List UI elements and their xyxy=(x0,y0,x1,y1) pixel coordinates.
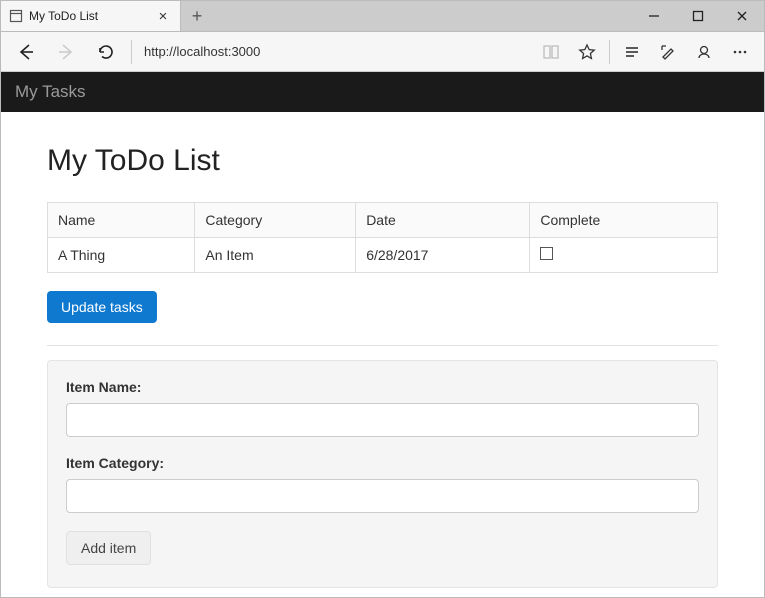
url-text: http://localhost:3000 xyxy=(144,44,260,59)
divider xyxy=(47,345,718,346)
site-navbar: My Tasks xyxy=(1,72,764,112)
new-tab-button[interactable]: + xyxy=(181,1,213,31)
item-category-input[interactable] xyxy=(66,479,699,513)
close-window-button[interactable] xyxy=(720,1,764,32)
add-item-form: Item Name: Item Category: Add item xyxy=(47,360,718,588)
add-item-button[interactable]: Add item xyxy=(66,531,151,565)
col-complete: Complete xyxy=(530,203,718,238)
col-category: Category xyxy=(195,203,356,238)
minimize-button[interactable] xyxy=(632,1,676,32)
item-category-label: Item Category: xyxy=(66,455,699,471)
window-titlebar: My ToDo List × + xyxy=(1,1,764,32)
tab-title: My ToDo List xyxy=(29,9,146,23)
page-icon xyxy=(9,9,23,23)
complete-checkbox[interactable] xyxy=(540,247,553,260)
separator xyxy=(609,40,610,64)
browser-tab[interactable]: My ToDo List × xyxy=(1,1,181,31)
cell-category: An Item xyxy=(195,238,356,273)
col-name: Name xyxy=(48,203,195,238)
maximize-button[interactable] xyxy=(676,1,720,32)
url-input[interactable]: http://localhost:3000 xyxy=(138,39,531,65)
tab-close-icon[interactable]: × xyxy=(152,8,174,25)
page-title: My ToDo List xyxy=(47,144,718,178)
separator xyxy=(131,40,132,64)
hub-icon[interactable] xyxy=(614,34,650,70)
forward-button[interactable] xyxy=(47,34,85,70)
col-date: Date xyxy=(356,203,530,238)
tasks-table: Name Category Date Complete A Thing An I… xyxy=(47,202,718,273)
back-button[interactable] xyxy=(7,34,45,70)
notes-icon[interactable] xyxy=(650,34,686,70)
more-icon[interactable] xyxy=(722,34,758,70)
share-icon[interactable] xyxy=(686,34,722,70)
page-content: My Tasks My ToDo List Name Category Date… xyxy=(1,72,764,588)
address-bar: http://localhost:3000 xyxy=(1,32,764,72)
item-name-input[interactable] xyxy=(66,403,699,437)
table-row: A Thing An Item 6/28/2017 xyxy=(48,238,718,273)
refresh-button[interactable] xyxy=(87,34,125,70)
update-tasks-button[interactable]: Update tasks xyxy=(47,291,157,323)
cell-date: 6/28/2017 xyxy=(356,238,530,273)
reading-view-icon[interactable] xyxy=(533,34,569,70)
navbar-brand[interactable]: My Tasks xyxy=(15,82,86,102)
favorite-icon[interactable] xyxy=(569,34,605,70)
window-controls xyxy=(632,1,764,31)
cell-complete xyxy=(530,238,718,273)
item-name-label: Item Name: xyxy=(66,379,699,395)
cell-name: A Thing xyxy=(48,238,195,273)
table-header-row: Name Category Date Complete xyxy=(48,203,718,238)
